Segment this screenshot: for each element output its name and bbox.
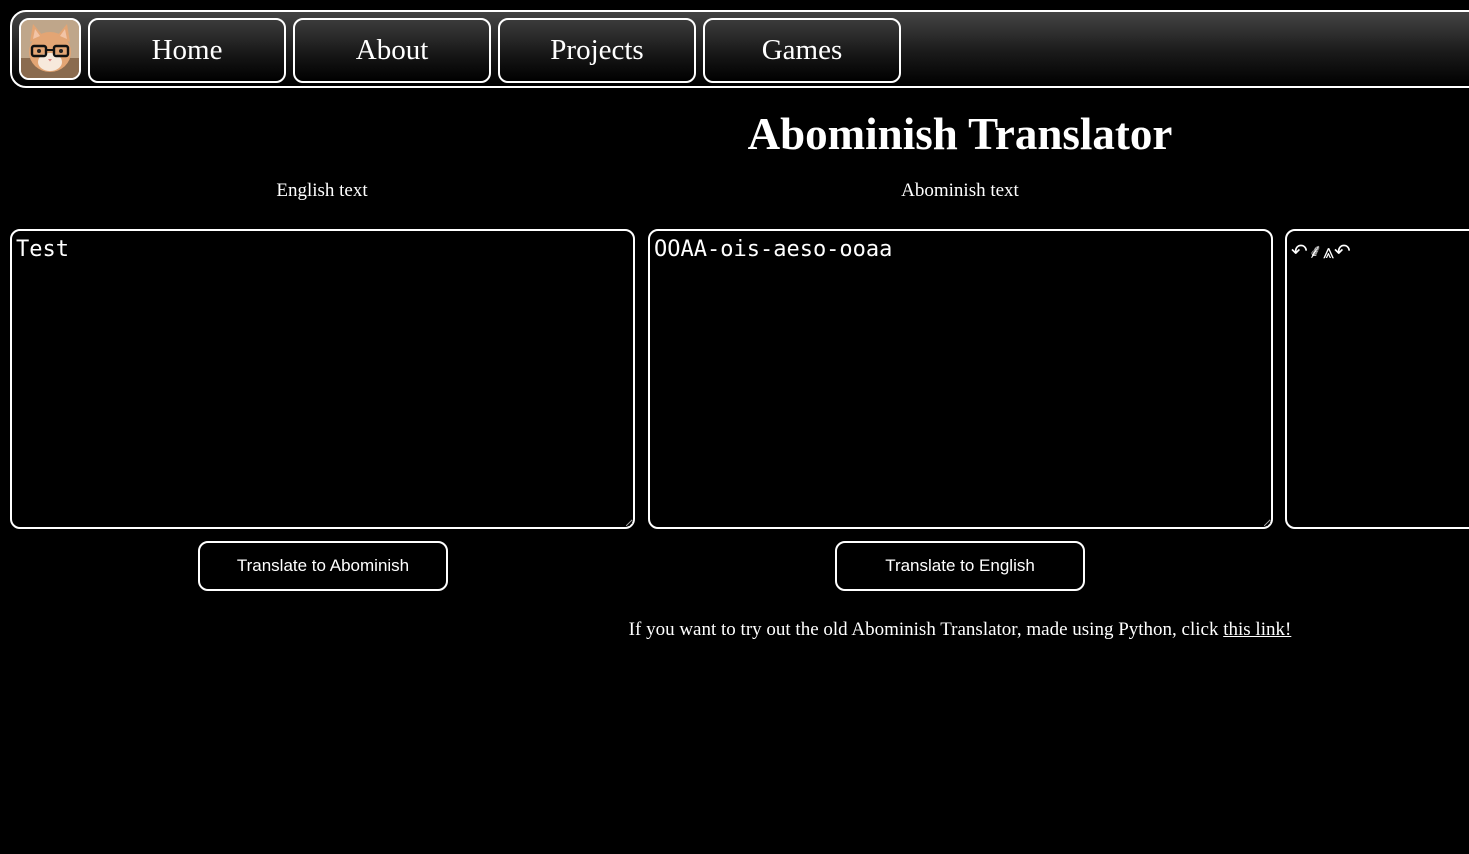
english-text-label: English text xyxy=(276,180,368,201)
english-textarea[interactable]: Test xyxy=(10,229,635,529)
cat-logo-icon[interactable] xyxy=(19,18,81,80)
translate-to-english-button[interactable]: Translate to English xyxy=(835,541,1085,591)
cat-avatar-image xyxy=(21,20,79,78)
translate-to-abominish-button[interactable]: Translate to Abominish xyxy=(198,541,448,591)
abominish-symbols-output[interactable]: ↶⸙⩓↶ xyxy=(1285,229,1469,529)
old-translator-text: If you want to try out the old Abominish… xyxy=(628,619,1224,640)
nav-about-button[interactable]: About xyxy=(293,18,491,83)
page-title: Abominish Translator xyxy=(747,109,1173,159)
abominish-textarea[interactable]: OOAA-ois-aeso-ooaa xyxy=(648,229,1273,529)
old-translator-note: If you want to try out the old Abominish… xyxy=(0,619,1469,641)
nav-home-button[interactable]: Home xyxy=(88,18,286,83)
nav-projects-button[interactable]: Projects xyxy=(498,18,696,83)
nav-games-button[interactable]: Games xyxy=(703,18,901,83)
abominish-text-label: Abominish text xyxy=(901,180,1019,201)
old-translator-link[interactable]: this link! xyxy=(1223,619,1291,640)
